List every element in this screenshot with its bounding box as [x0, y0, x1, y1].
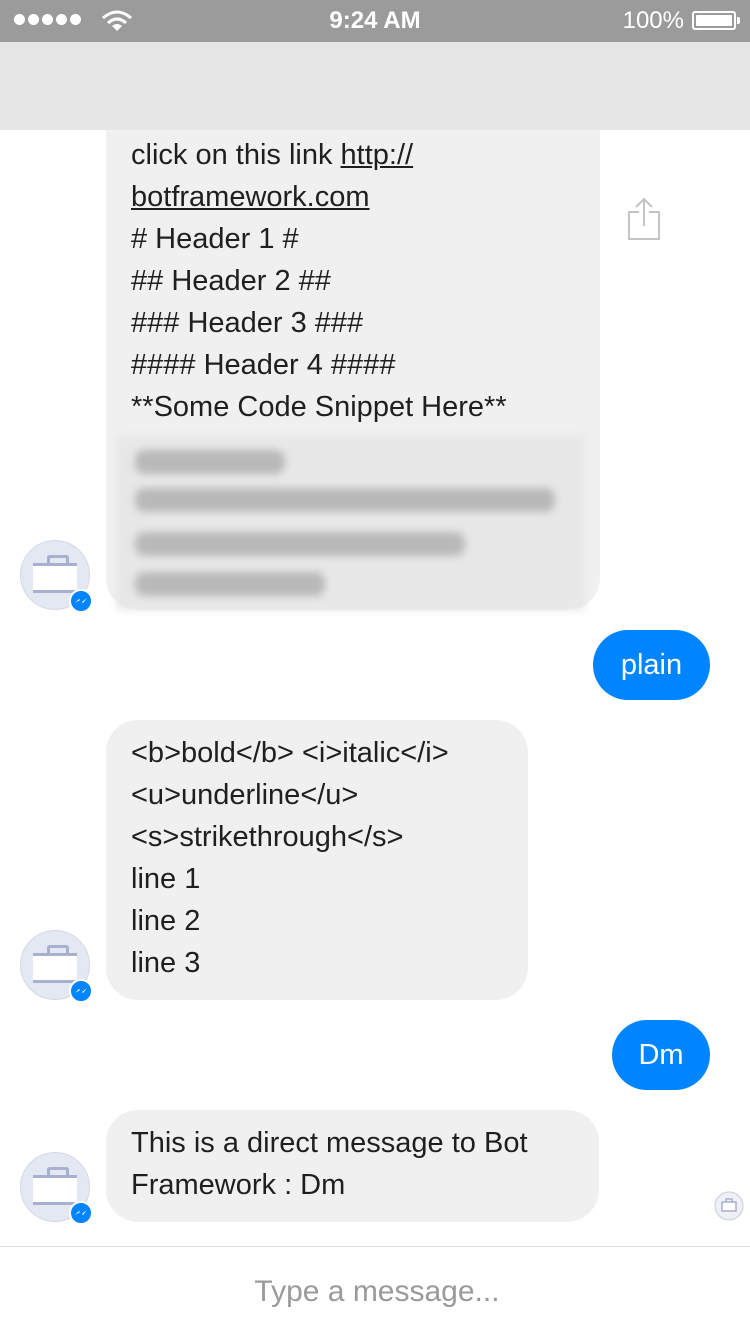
bot-avatar[interactable]: [20, 930, 93, 1003]
message-line: <u>underline</u>: [131, 779, 359, 811]
share-icon[interactable]: [626, 196, 662, 242]
messenger-icon: [69, 589, 93, 613]
message-line: # Header 1 #: [131, 223, 299, 255]
bot-message-html[interactable]: <b>bold</b> <i>italic</i> <u>underline</…: [106, 720, 528, 1000]
status-bar: 9:24 AM 100%: [0, 0, 750, 42]
code-snippet-blurred: [117, 436, 585, 610]
battery-icon: [692, 11, 740, 30]
user-message[interactable]: Dm: [612, 1020, 710, 1090]
message-line: click on this link http://: [131, 134, 575, 176]
message-line: **Some Code Snippet Here**: [131, 391, 507, 423]
bot-avatar[interactable]: [20, 540, 93, 613]
bot-message-markdown[interactable]: click on this link http:// botframework.…: [106, 96, 600, 610]
message-line: ## Header 2 ##: [131, 265, 331, 297]
bot-message-direct[interactable]: This is a direct message to Bot Framewor…: [106, 1110, 599, 1222]
message-line: ### Header 3 ###: [131, 307, 364, 339]
user-message[interactable]: plain: [593, 630, 710, 700]
message-line: line 1: [131, 863, 201, 895]
message-line: This is a direct message to Bot: [131, 1127, 528, 1159]
message-line: Framework : Dm: [131, 1169, 346, 1201]
message-input[interactable]: [0, 1247, 750, 1337]
message-line: <s>strikethrough</s>: [131, 821, 404, 853]
message-link[interactable]: http://: [341, 139, 414, 171]
message-link[interactable]: botframework.com: [131, 176, 575, 218]
messenger-icon: [69, 1201, 93, 1225]
message-line: #### Header 4 ####: [131, 349, 396, 381]
bot-avatar[interactable]: [20, 1152, 93, 1225]
message-text: click on this link: [131, 139, 341, 171]
navigation-bar: [0, 42, 750, 130]
messenger-icon: [69, 979, 93, 1003]
battery-percentage: 100%: [622, 7, 684, 34]
read-receipt-avatar-icon: [714, 1191, 744, 1221]
message-line: line 2: [131, 905, 201, 937]
message-composer: [0, 1246, 750, 1337]
message-line: <b>bold</b> <i>italic</i>: [131, 737, 449, 769]
message-line: line 3: [131, 947, 201, 979]
